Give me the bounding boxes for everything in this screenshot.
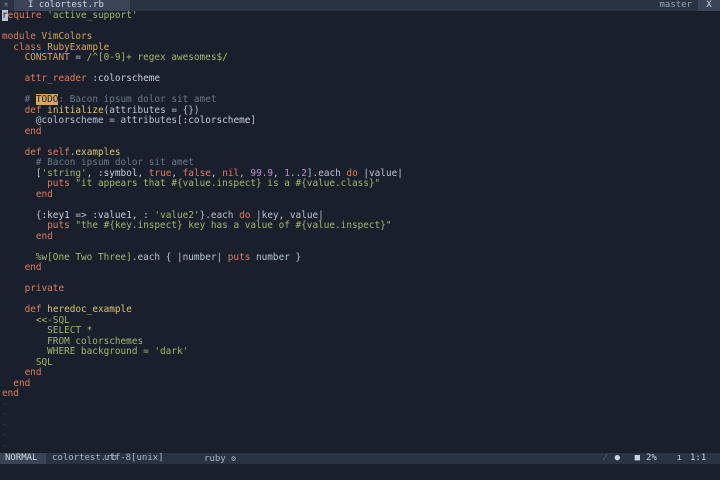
code-line: end bbox=[35, 188, 53, 200]
editor-buffer[interactable]: require 'active_support' module VimColors… bbox=[0, 10, 720, 453]
code-line: CONSTANT = /^[0-9]+ regex awesomes$/ bbox=[24, 52, 228, 63]
code-line: end bbox=[2, 388, 19, 399]
ruby-icon: ⚙ bbox=[231, 454, 236, 463]
mode-indicator: NORMAL bbox=[0, 453, 46, 464]
status-position: 1:1 bbox=[690, 453, 707, 463]
code-line: end bbox=[35, 230, 53, 242]
code-line: end bbox=[24, 125, 42, 137]
command-line[interactable] bbox=[0, 464, 720, 480]
status-percent: 2% bbox=[646, 453, 657, 463]
code-line: attr_reader :colorscheme bbox=[24, 73, 161, 84]
close-tab-button[interactable]: X bbox=[698, 0, 720, 11]
empty-line-marker: ~ bbox=[2, 430, 8, 441]
empty-line-marker: ~ bbox=[2, 440, 8, 452]
code-line: puts "it appears that #{value.inspect} i… bbox=[47, 178, 381, 189]
code-line: require 'active_support' bbox=[2, 10, 138, 21]
code-line: end bbox=[24, 262, 42, 273]
status-filetype: ruby ⚙ bbox=[200, 453, 240, 464]
separator-icon: ⁄ bbox=[604, 453, 606, 463]
code-line: %w[One Two Three].each { |number| puts n… bbox=[35, 251, 302, 263]
git-branch: master bbox=[659, 0, 692, 10]
square-icon: ■ bbox=[634, 453, 640, 463]
line-number-icon: ı bbox=[676, 453, 682, 463]
code-line: private bbox=[24, 283, 65, 294]
filetype-label: ruby bbox=[204, 454, 226, 464]
record-dot-icon: ● bbox=[614, 453, 620, 463]
status-encoding: utf-8[unix] bbox=[104, 453, 164, 463]
empty-line-marker: ~ bbox=[2, 409, 8, 420]
statusline: NORMAL colortest.rb utf-8[unix] ruby ⚙ ⁄… bbox=[0, 453, 720, 464]
code-line: puts "the #{key.inspect} key has a value… bbox=[47, 220, 392, 231]
